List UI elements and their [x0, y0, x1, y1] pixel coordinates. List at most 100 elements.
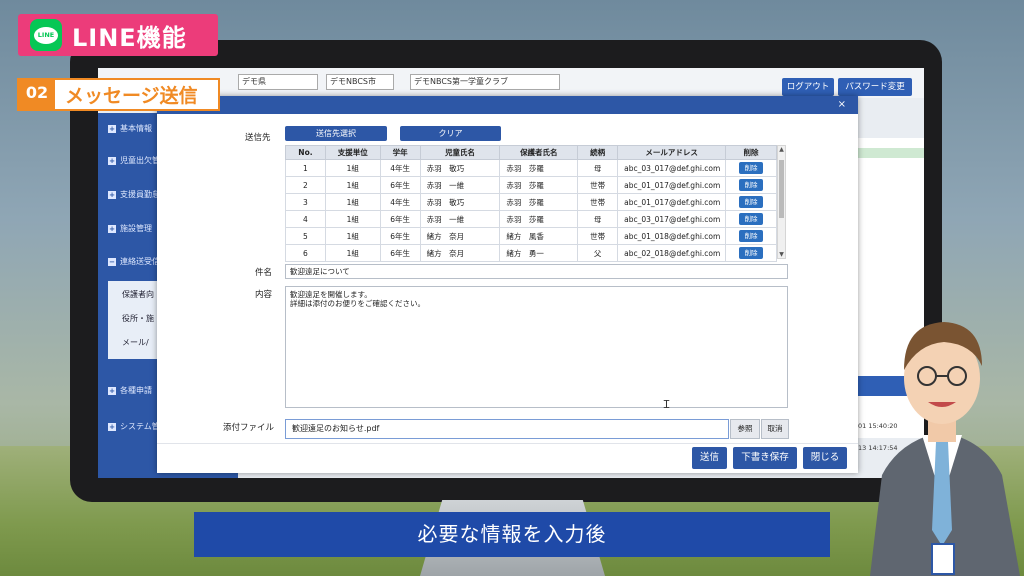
app-header: デモ県 デモNBCS市 デモNBCS第一学童クラブ ログアウト パスワード変更 [98, 68, 924, 98]
cell-delete: 削除 [725, 210, 777, 228]
scroll-down-icon[interactable]: ▼ [778, 251, 785, 258]
body-textarea[interactable]: 歓迎遠足を開催します。 詳細は添付のお便りをご確認ください。 [285, 286, 788, 408]
submenu-office[interactable]: 役所・施 [122, 313, 154, 324]
delete-button[interactable]: 削除 [739, 196, 764, 208]
column-header: 学年 [379, 145, 421, 160]
cell-email: abc_01_017@def.ghi.com [617, 193, 727, 211]
prefecture-select[interactable]: デモ県 [238, 74, 318, 90]
cell-child: 赤羽 一維 [419, 176, 501, 194]
column-header: 児童氏名 [419, 145, 501, 160]
recipient-table: No. 支援単位 学年 児童氏名 保護者氏名 続柄 メールアドレス 削除 1 1… [285, 145, 777, 262]
sidebar-item-applications[interactable]: + 各種申請 [108, 385, 152, 396]
submenu-mail[interactable]: メール/ [122, 337, 149, 348]
cell-grade: 4年生 [379, 159, 421, 177]
password-change-button[interactable]: パスワード変更 [838, 78, 912, 96]
sidebar-item-facility[interactable]: + 施設管理 [108, 223, 152, 234]
delete-button[interactable]: 削除 [739, 213, 764, 225]
sidebar-item-basic[interactable]: + 基本情報 [108, 123, 152, 134]
table-row: 5 1組 6年生 緒方 奈月 緒方 風香 世帯 abc_01_018@def.g… [285, 227, 777, 245]
send-button[interactable]: 送信 [692, 447, 727, 469]
cell-no: 6 [285, 244, 326, 262]
presenter-avatar [870, 322, 1020, 576]
column-header: 保護者氏名 [499, 145, 579, 160]
cell-delete: 削除 [725, 244, 777, 262]
cell-child: 緒方 奈月 [419, 244, 501, 262]
cell-no: 3 [285, 193, 326, 211]
table-row: 3 1組 4年生 赤羽 敬巧 赤羽 莎羅 世帯 abc_01_017@def.g… [285, 193, 777, 211]
delete-button[interactable]: 削除 [739, 230, 764, 242]
subject-input[interactable]: 歓迎遠足について [285, 264, 788, 279]
save-draft-button[interactable]: 下書き保存 [733, 447, 797, 469]
table-row: 6 1組 6年生 緒方 奈月 緒方 勇一 父 abc_02_018@def.gh… [285, 244, 777, 262]
cell-child: 緒方 奈月 [419, 227, 501, 245]
delete-button[interactable]: 削除 [739, 179, 764, 191]
body-line: 歓迎遠足を開催します。 [290, 290, 372, 299]
cell-child: 赤羽 敬巧 [419, 159, 501, 177]
plus-icon: + [108, 422, 116, 431]
cell-grade: 6年生 [379, 227, 421, 245]
cell-grade: 6年生 [379, 210, 421, 228]
column-header: 支援単位 [324, 145, 381, 160]
minus-icon: − [108, 257, 116, 266]
cell-grade: 4年生 [379, 193, 421, 211]
submenu-guardian[interactable]: 保護者向 [122, 289, 154, 300]
cell-unit: 1組 [324, 176, 381, 194]
body-line: 詳細は添付のお便りをご確認ください。 [290, 299, 425, 308]
delete-button[interactable]: 削除 [739, 162, 764, 174]
column-header: メールアドレス [617, 145, 727, 160]
logout-button[interactable]: ログアウト [782, 78, 834, 96]
footer-divider [157, 443, 858, 444]
cell-grade: 6年生 [379, 244, 421, 262]
delete-button[interactable]: 削除 [739, 247, 764, 259]
step-title: メッセージ送信 [65, 85, 198, 107]
cell-delete: 削除 [725, 159, 777, 177]
table-row: 1 1組 4年生 赤羽 敬巧 赤羽 莎羅 母 abc_03_017@def.gh… [285, 159, 777, 177]
cell-unit: 1組 [324, 159, 381, 177]
city-select[interactable]: デモNBCS市 [326, 74, 394, 90]
cell-no: 1 [285, 159, 326, 177]
scroll-thumb[interactable] [779, 160, 784, 218]
attachment-input[interactable]: 歓迎遠足のお知らせ.pdf [285, 419, 729, 439]
attachment-label: 添付ファイル [223, 423, 275, 433]
sidebar-item-messaging[interactable]: − 連絡送受信 [108, 256, 160, 267]
cell-child: 赤羽 敬巧 [419, 193, 501, 211]
club-select[interactable]: デモNBCS第一学童クラブ [410, 74, 560, 90]
cell-relation: 世帯 [577, 227, 619, 245]
cell-no: 4 [285, 210, 326, 228]
cell-unit: 1組 [324, 244, 381, 262]
feature-title: LINE機能 [72, 23, 187, 52]
scroll-up-icon[interactable]: ▲ [778, 146, 785, 153]
line-logo-icon: LINE [30, 19, 62, 51]
sidebar-item-staff[interactable]: + 支援員勤怠 [108, 189, 160, 200]
plus-icon: + [108, 386, 116, 395]
plus-icon: + [108, 124, 116, 133]
table-header-row: No. 支援単位 学年 児童氏名 保護者氏名 続柄 メールアドレス 削除 [285, 145, 777, 160]
select-recipients-button[interactable]: 送信先選択 [285, 126, 387, 141]
close-button[interactable]: 閉じる [803, 447, 847, 469]
dialog-header: × [157, 96, 858, 114]
table-scrollbar[interactable]: ▲ ▼ [777, 145, 786, 259]
plus-icon: + [108, 224, 116, 233]
table-row: 4 1組 6年生 赤羽 一維 赤羽 莎羅 母 abc_03_017@def.gh… [285, 210, 777, 228]
column-header: No. [285, 145, 326, 160]
cell-email: abc_01_017@def.ghi.com [617, 176, 727, 194]
table-row: 2 1組 6年生 赤羽 一維 赤羽 莎羅 世帯 abc_01_017@def.g… [285, 176, 777, 194]
cell-guardian: 赤羽 莎羅 [499, 193, 579, 211]
browse-button[interactable]: 参照 [730, 419, 760, 439]
cell-guardian: 赤羽 莎羅 [499, 210, 579, 228]
cell-relation: 母 [577, 159, 619, 177]
clear-button[interactable]: クリア [400, 126, 501, 141]
cell-guardian: 赤羽 莎羅 [499, 159, 579, 177]
step-number: 02 [19, 80, 55, 109]
message-send-dialog: × 送信先 送信先選択 クリア No. 支援単位 学年 児童氏名 保護者氏名 続… [157, 96, 858, 473]
text-cursor-icon: Ｉ [661, 398, 672, 411]
cancel-attachment-button[interactable]: 取消 [761, 419, 789, 439]
cell-guardian: 緒方 風香 [499, 227, 579, 245]
cell-grade: 6年生 [379, 176, 421, 194]
cell-email: abc_01_018@def.ghi.com [617, 227, 727, 245]
close-icon[interactable]: × [838, 98, 846, 112]
cell-delete: 削除 [725, 193, 777, 211]
cell-relation: 世帯 [577, 176, 619, 194]
cell-child: 赤羽 一維 [419, 210, 501, 228]
cell-no: 5 [285, 227, 326, 245]
